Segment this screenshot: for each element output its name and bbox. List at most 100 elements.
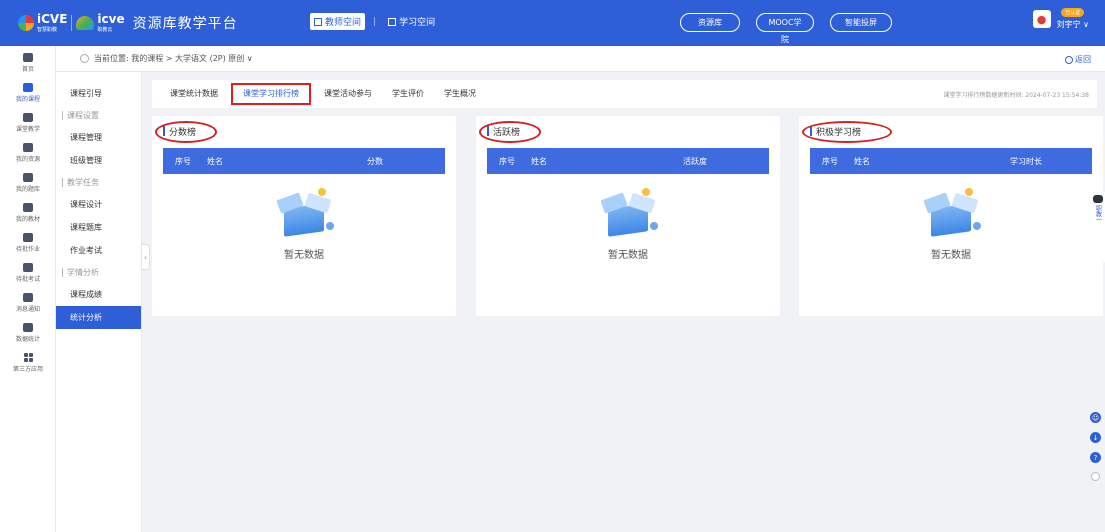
empty-box-icon [596, 188, 660, 240]
teacher-space-tab[interactable]: 教师空间 [310, 13, 366, 30]
tab-student-evaluation[interactable]: 学生评价 [382, 80, 434, 108]
floating-tools: ☺ ↓ ? [1090, 412, 1101, 481]
submenu-course-question-bank[interactable]: 课程题库 [56, 216, 141, 239]
student-space-label: 学习空间 [399, 18, 436, 28]
smart-cast-button[interactable]: 智能投屏 [830, 13, 892, 32]
highlight-circle [479, 121, 541, 143]
nav-label: 我的课程 [15, 96, 40, 103]
submenu-class-management[interactable]: 班级管理 [56, 149, 141, 172]
submenu-course-grades[interactable]: 课程成绩 [56, 283, 141, 306]
download-icon[interactable]: ↓ [1090, 432, 1101, 443]
mooc-button[interactable]: MOOC学院 [756, 13, 814, 44]
update-time: 课堂学习排行榜数据更新时间: 2024-07-23 15:54:38 [943, 91, 1089, 99]
submenu-course-management[interactable]: 课程管理 [56, 126, 141, 149]
nav-label: 我的题库 [15, 186, 40, 193]
col-seq: 序号 [822, 156, 838, 166]
textbook-icon [23, 203, 33, 212]
nav-third-party-apps[interactable]: 第三方应用 [0, 348, 56, 378]
nav-my-resources[interactable]: 我的资源 [0, 138, 56, 168]
assistant-widget[interactable]: 职教一 [1091, 192, 1105, 262]
course-submenu: 课程引导 课程设置 课程管理 班级管理 教学任务 课程设计 课程题库 作业考试 … [56, 72, 142, 532]
icve-logo: iCVE 智慧职教 [18, 11, 68, 33]
icve-logo-text: iCVE [37, 11, 68, 26]
submenu-homework-exams[interactable]: 作业考试 [56, 239, 141, 262]
submenu-course-guide[interactable]: 课程引导 [56, 82, 141, 105]
analysis-tabs: 课堂统计数据 课堂学习排行榜 课堂活动参与 学生评价 学生概况 课堂学习排行榜数… [152, 80, 1097, 108]
back-icon [1065, 55, 1073, 64]
breadcrumb-bar: 当前位置: 我的课程 > 大学语文 (2P) 原创 ∨ 返回 [56, 46, 1105, 72]
stats-icon [23, 323, 33, 332]
resource-library-button[interactable]: 资源库 [680, 13, 740, 32]
col-name: 姓名 [207, 156, 223, 166]
empty-box-icon [919, 188, 983, 240]
col-name: 姓名 [854, 156, 870, 166]
site-title: 资源库教学平台 [132, 16, 238, 32]
empty-box-icon [272, 188, 336, 240]
teacher-space-icon [314, 17, 322, 26]
resource-icon [23, 143, 33, 152]
activity-ranking-panel: 活跃榜 序号 姓名 活跃度 暂无数据 [476, 116, 780, 316]
empty-state: 暂无数据 [799, 188, 1103, 261]
student-space-tab[interactable]: 学习空间 [384, 13, 439, 30]
home-icon [23, 53, 33, 62]
nav-label: 课堂教学 [15, 126, 40, 133]
table-header: 序号 姓名 分数 [163, 148, 445, 174]
study-ranking-panel: 积极学习榜 序号 姓名 学习时长 暂无数据 [799, 116, 1103, 316]
notification-icon[interactable]: ● [1032, 10, 1051, 28]
nav-label: 我的资源 [15, 156, 40, 163]
nav-home[interactable]: 首页 [0, 48, 56, 78]
tab-activity-participation[interactable]: 课堂活动参与 [314, 80, 382, 108]
breadcrumb[interactable]: 当前位置: 我的课程 > 大学语文 (2P) 原创 ∨ [94, 53, 253, 64]
col-name: 姓名 [531, 156, 547, 166]
col-score: 分数 [367, 156, 383, 166]
nav-classroom[interactable]: 课堂教学 [0, 108, 56, 138]
table-header: 序号 姓名 活跃度 [487, 148, 769, 174]
exam-icon [23, 263, 33, 272]
back-to-top-icon[interactable] [1091, 472, 1100, 481]
brand[interactable]: iCVE 智慧职教 icve 职教云 资源库教学平台 [18, 13, 288, 33]
submenu-group-learning-analysis: 学情分析 [56, 262, 141, 283]
empty-state: 暂无数据 [152, 188, 456, 261]
nav-homework[interactable]: 待批作业 [0, 228, 56, 258]
icve-logo-subtext: 智慧职教 [37, 26, 58, 33]
verified-badge: 已认证 [1061, 8, 1085, 17]
tab-class-stats[interactable]: 课堂统计数据 [160, 80, 228, 108]
help-icon[interactable]: ? [1090, 452, 1101, 463]
submenu-course-design[interactable]: 课程设计 [56, 193, 141, 216]
homework-icon [23, 233, 33, 242]
icve-logo-icon [18, 15, 34, 31]
submenu-statistics[interactable]: 统计分析 [56, 306, 141, 329]
back-button[interactable]: 返回 [1065, 54, 1091, 65]
nav-question-bank[interactable]: 我的题库 [0, 168, 56, 198]
col-seq: 序号 [499, 156, 515, 166]
collapse-submenu-button[interactable]: ‹ [142, 244, 150, 270]
apps-icon [23, 353, 33, 362]
nav-messages[interactable]: 消息通知 [0, 288, 56, 318]
zjy-logo-subtext: 职教云 [97, 26, 113, 33]
nav-stats[interactable]: 数据统计 [0, 318, 56, 348]
nav-my-courses[interactable]: 我的课程 [0, 78, 56, 108]
question-bank-icon [23, 173, 33, 182]
support-icon[interactable]: ☺ [1090, 412, 1101, 423]
panel-title: 积极学习榜 [799, 116, 1103, 146]
top-header: iCVE 智慧职教 icve 职教云 资源库教学平台 教师空间 | 学习空间 资… [0, 0, 1105, 46]
header-links: 资源库 MOOC学院 智能投屏 [680, 13, 892, 44]
col-activity: 活跃度 [683, 156, 707, 166]
location-icon [80, 54, 89, 63]
highlight-circle [155, 121, 217, 143]
empty-state: 暂无数据 [476, 188, 780, 261]
message-icon [23, 293, 33, 302]
score-ranking-panel: 分数榜 序号 姓名 分数 暂无数据 [152, 116, 456, 316]
empty-text: 暂无数据 [284, 250, 324, 261]
empty-text: 暂无数据 [931, 250, 971, 261]
nav-exams[interactable]: 待批考试 [0, 258, 56, 288]
nav-textbooks[interactable]: 我的教材 [0, 198, 56, 228]
robot-icon [1093, 195, 1103, 203]
nav-label: 消息通知 [15, 306, 40, 313]
col-study-time: 学习时长 [1010, 156, 1042, 166]
col-seq: 序号 [175, 156, 191, 166]
user-menu[interactable]: ● 已认证 刘宇宁 ∨ [1032, 8, 1089, 30]
submenu-group-course-settings: 课程设置 [56, 105, 141, 126]
tab-student-overview[interactable]: 学生概况 [434, 80, 486, 108]
tab-ranking[interactable]: 课堂学习排行榜 [231, 83, 311, 105]
